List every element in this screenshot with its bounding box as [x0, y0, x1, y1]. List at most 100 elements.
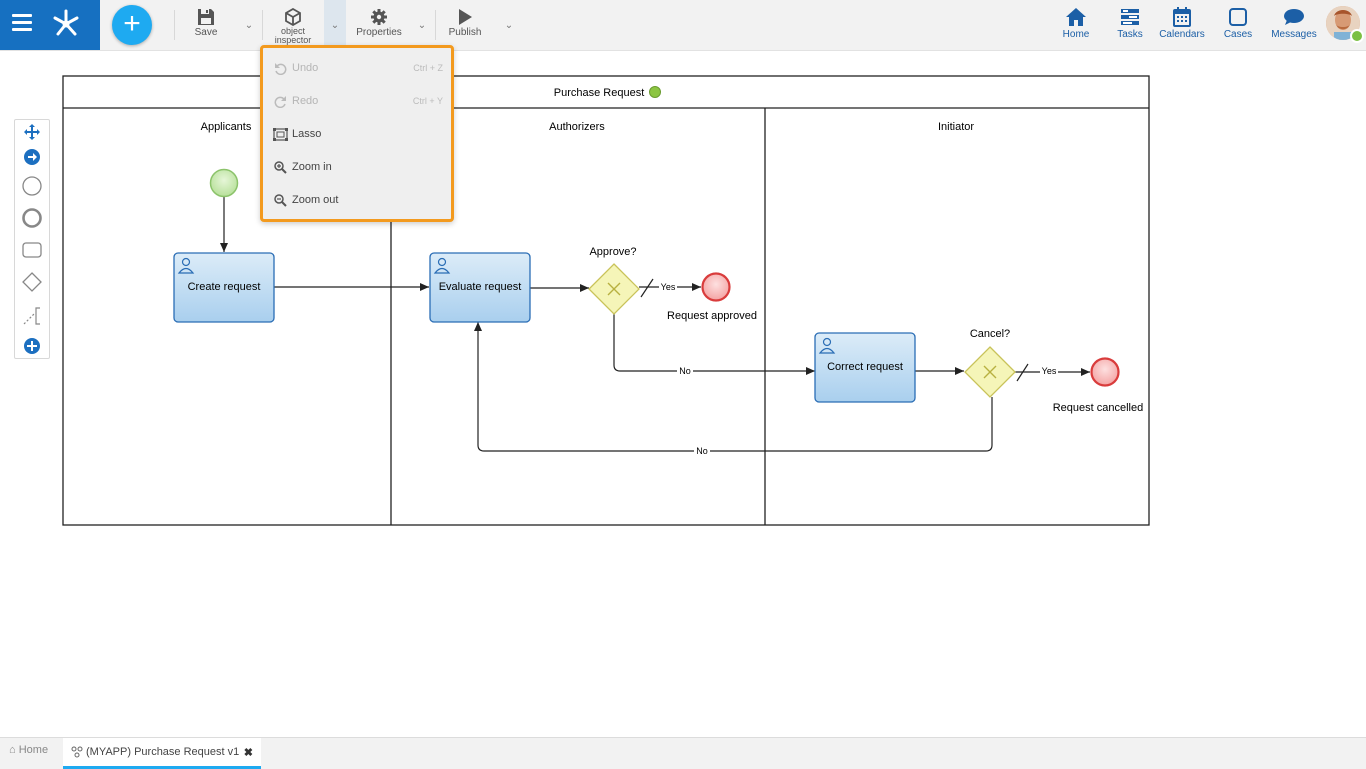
toolbar-divider	[174, 10, 175, 40]
calendar-icon	[1173, 7, 1191, 27]
save-button[interactable]: Save	[188, 6, 224, 38]
task-label: Correct request	[827, 361, 903, 373]
rounded-rectangle-icon	[22, 242, 42, 258]
publish-label: Publish	[448, 27, 482, 38]
tasks-icon	[1121, 9, 1139, 25]
object-inspector-dropdown-toggle[interactable]: ⌄	[324, 0, 346, 50]
cube-icon	[285, 8, 301, 26]
object-inspector-label: object inspector	[274, 26, 312, 45]
lane-authorizers-label[interactable]: Authorizers	[549, 121, 605, 133]
top-bar: + Save ⌄ object inspector ⌄ Properties ⌄…	[0, 0, 1366, 51]
move-arrows-icon	[24, 124, 40, 140]
nav-home[interactable]: Home	[1058, 7, 1094, 40]
nav-cases[interactable]: Cases	[1222, 7, 1254, 40]
zoom-in-icon	[273, 160, 287, 174]
menu-item-lasso[interactable]: Lasso	[271, 123, 443, 145]
properties-button[interactable]: Properties	[354, 6, 404, 38]
task-label: Evaluate request	[439, 281, 522, 293]
flow-label-no: No	[696, 446, 708, 456]
chevron-down-icon: ⌄	[504, 19, 514, 31]
start-event[interactable]	[209, 168, 239, 198]
diamond-icon	[22, 272, 42, 292]
nav-calendars[interactable]: Calendars	[1158, 7, 1206, 40]
nav-home-label: Home	[1062, 29, 1090, 40]
menu-shortcut: Ctrl + Z	[413, 63, 443, 73]
toolbar-divider	[435, 10, 436, 40]
properties-label: Properties	[356, 27, 402, 38]
nav-cases-label: Cases	[1223, 29, 1253, 40]
close-icon[interactable]: ✖	[244, 746, 253, 759]
publish-button[interactable]: Publish	[446, 6, 484, 38]
palette-task[interactable]	[15, 242, 49, 258]
palette-annotation[interactable]	[15, 306, 49, 326]
save-label: Save	[194, 27, 218, 38]
bottom-tab-bar: ⌂ Home (MYAPP) Purchase Request v1 ✖	[0, 737, 1366, 769]
palette-connect-tool[interactable]	[15, 149, 49, 165]
nav-calendars-label: Calendars	[1159, 29, 1205, 40]
palette-move-tool[interactable]	[15, 124, 49, 140]
lane-initiator-label[interactable]: Initiator	[938, 121, 974, 133]
play-icon	[459, 9, 472, 25]
nav-messages[interactable]: Messages	[1270, 7, 1318, 40]
task-create-request[interactable]: Create request	[173, 252, 275, 323]
tab-home-label: Home	[18, 744, 49, 756]
flow-label-no: No	[679, 366, 691, 376]
tab-label: (MYAPP) Purchase Request v1	[86, 746, 240, 758]
add-new-button[interactable]: +	[112, 5, 152, 45]
diagram-canvas[interactable]: Purchase Request Applicants Authorizers …	[0, 50, 1366, 736]
chevron-down-icon: ⌄	[330, 19, 340, 31]
pool-title: Purchase Request	[554, 87, 645, 99]
menu-label: Lasso	[292, 128, 322, 140]
save-icon	[198, 9, 214, 25]
app-logo-icon[interactable]	[50, 8, 82, 40]
shape-palette	[14, 119, 50, 359]
task-evaluate-request[interactable]: Evaluate request	[429, 252, 531, 323]
menu-label: Zoom out	[292, 194, 339, 206]
menu-label: Redo	[292, 95, 319, 107]
nav-tasks[interactable]: Tasks	[1114, 7, 1146, 40]
arrow-right-circle-icon	[24, 149, 40, 165]
chevron-down-icon: ⌄	[244, 19, 254, 31]
properties-dropdown-toggle[interactable]: ⌄	[411, 0, 433, 50]
lasso-icon	[272, 127, 288, 141]
flow-label-yes: Yes	[1042, 366, 1057, 376]
menu-item-zoom-out[interactable]: Zoom out	[271, 189, 443, 211]
online-status-indicator	[1350, 29, 1364, 43]
cases-icon	[1229, 8, 1247, 26]
menu-label: Undo	[292, 62, 319, 74]
tab-purchase-request[interactable]: (MYAPP) Purchase Request v1 ✖	[63, 738, 261, 769]
hamburger-menu-icon[interactable]	[12, 14, 32, 36]
circle-thick-icon	[22, 208, 42, 228]
chat-bubble-icon	[1284, 9, 1304, 25]
gateway-label: Approve?	[589, 246, 636, 258]
palette-more[interactable]	[15, 338, 49, 354]
task-correct-request[interactable]: Correct request	[814, 332, 916, 403]
home-icon: ⌂	[9, 744, 16, 756]
tab-home[interactable]: ⌂ Home	[9, 744, 48, 756]
nav-messages-label: Messages	[1271, 29, 1317, 40]
publish-dropdown-toggle[interactable]: ⌄	[498, 0, 520, 50]
menu-item-undo[interactable]: Undo Ctrl + Z	[271, 57, 443, 79]
palette-end-event[interactable]	[15, 208, 49, 228]
pool-status-dot	[649, 86, 661, 98]
task-label: Create request	[188, 281, 261, 293]
gateway-label: Cancel?	[970, 328, 1010, 340]
palette-gateway[interactable]	[15, 272, 49, 292]
circle-thin-icon	[22, 176, 42, 196]
chevron-down-icon: ⌄	[417, 19, 427, 31]
palette-start-event[interactable]	[15, 176, 49, 196]
object-inspector-button[interactable]: object inspector	[270, 6, 316, 45]
object-inspector-menu: Undo Ctrl + Z Redo Ctrl + Y Lasso Zoom i…	[260, 45, 454, 222]
menu-shortcut: Ctrl + Y	[412, 96, 443, 106]
brand-area	[0, 0, 100, 50]
toolbar-divider	[262, 10, 263, 40]
process-icon	[71, 746, 83, 758]
lane-applicants-label[interactable]: Applicants	[201, 121, 252, 133]
undo-icon	[274, 62, 286, 75]
menu-item-zoom-in[interactable]: Zoom in	[271, 156, 443, 178]
menu-item-redo[interactable]: Redo Ctrl + Y	[271, 90, 443, 112]
annotation-icon	[23, 307, 40, 325]
home-icon	[1066, 8, 1086, 26]
save-dropdown-toggle[interactable]: ⌄	[238, 0, 260, 50]
gear-icon	[371, 9, 387, 25]
